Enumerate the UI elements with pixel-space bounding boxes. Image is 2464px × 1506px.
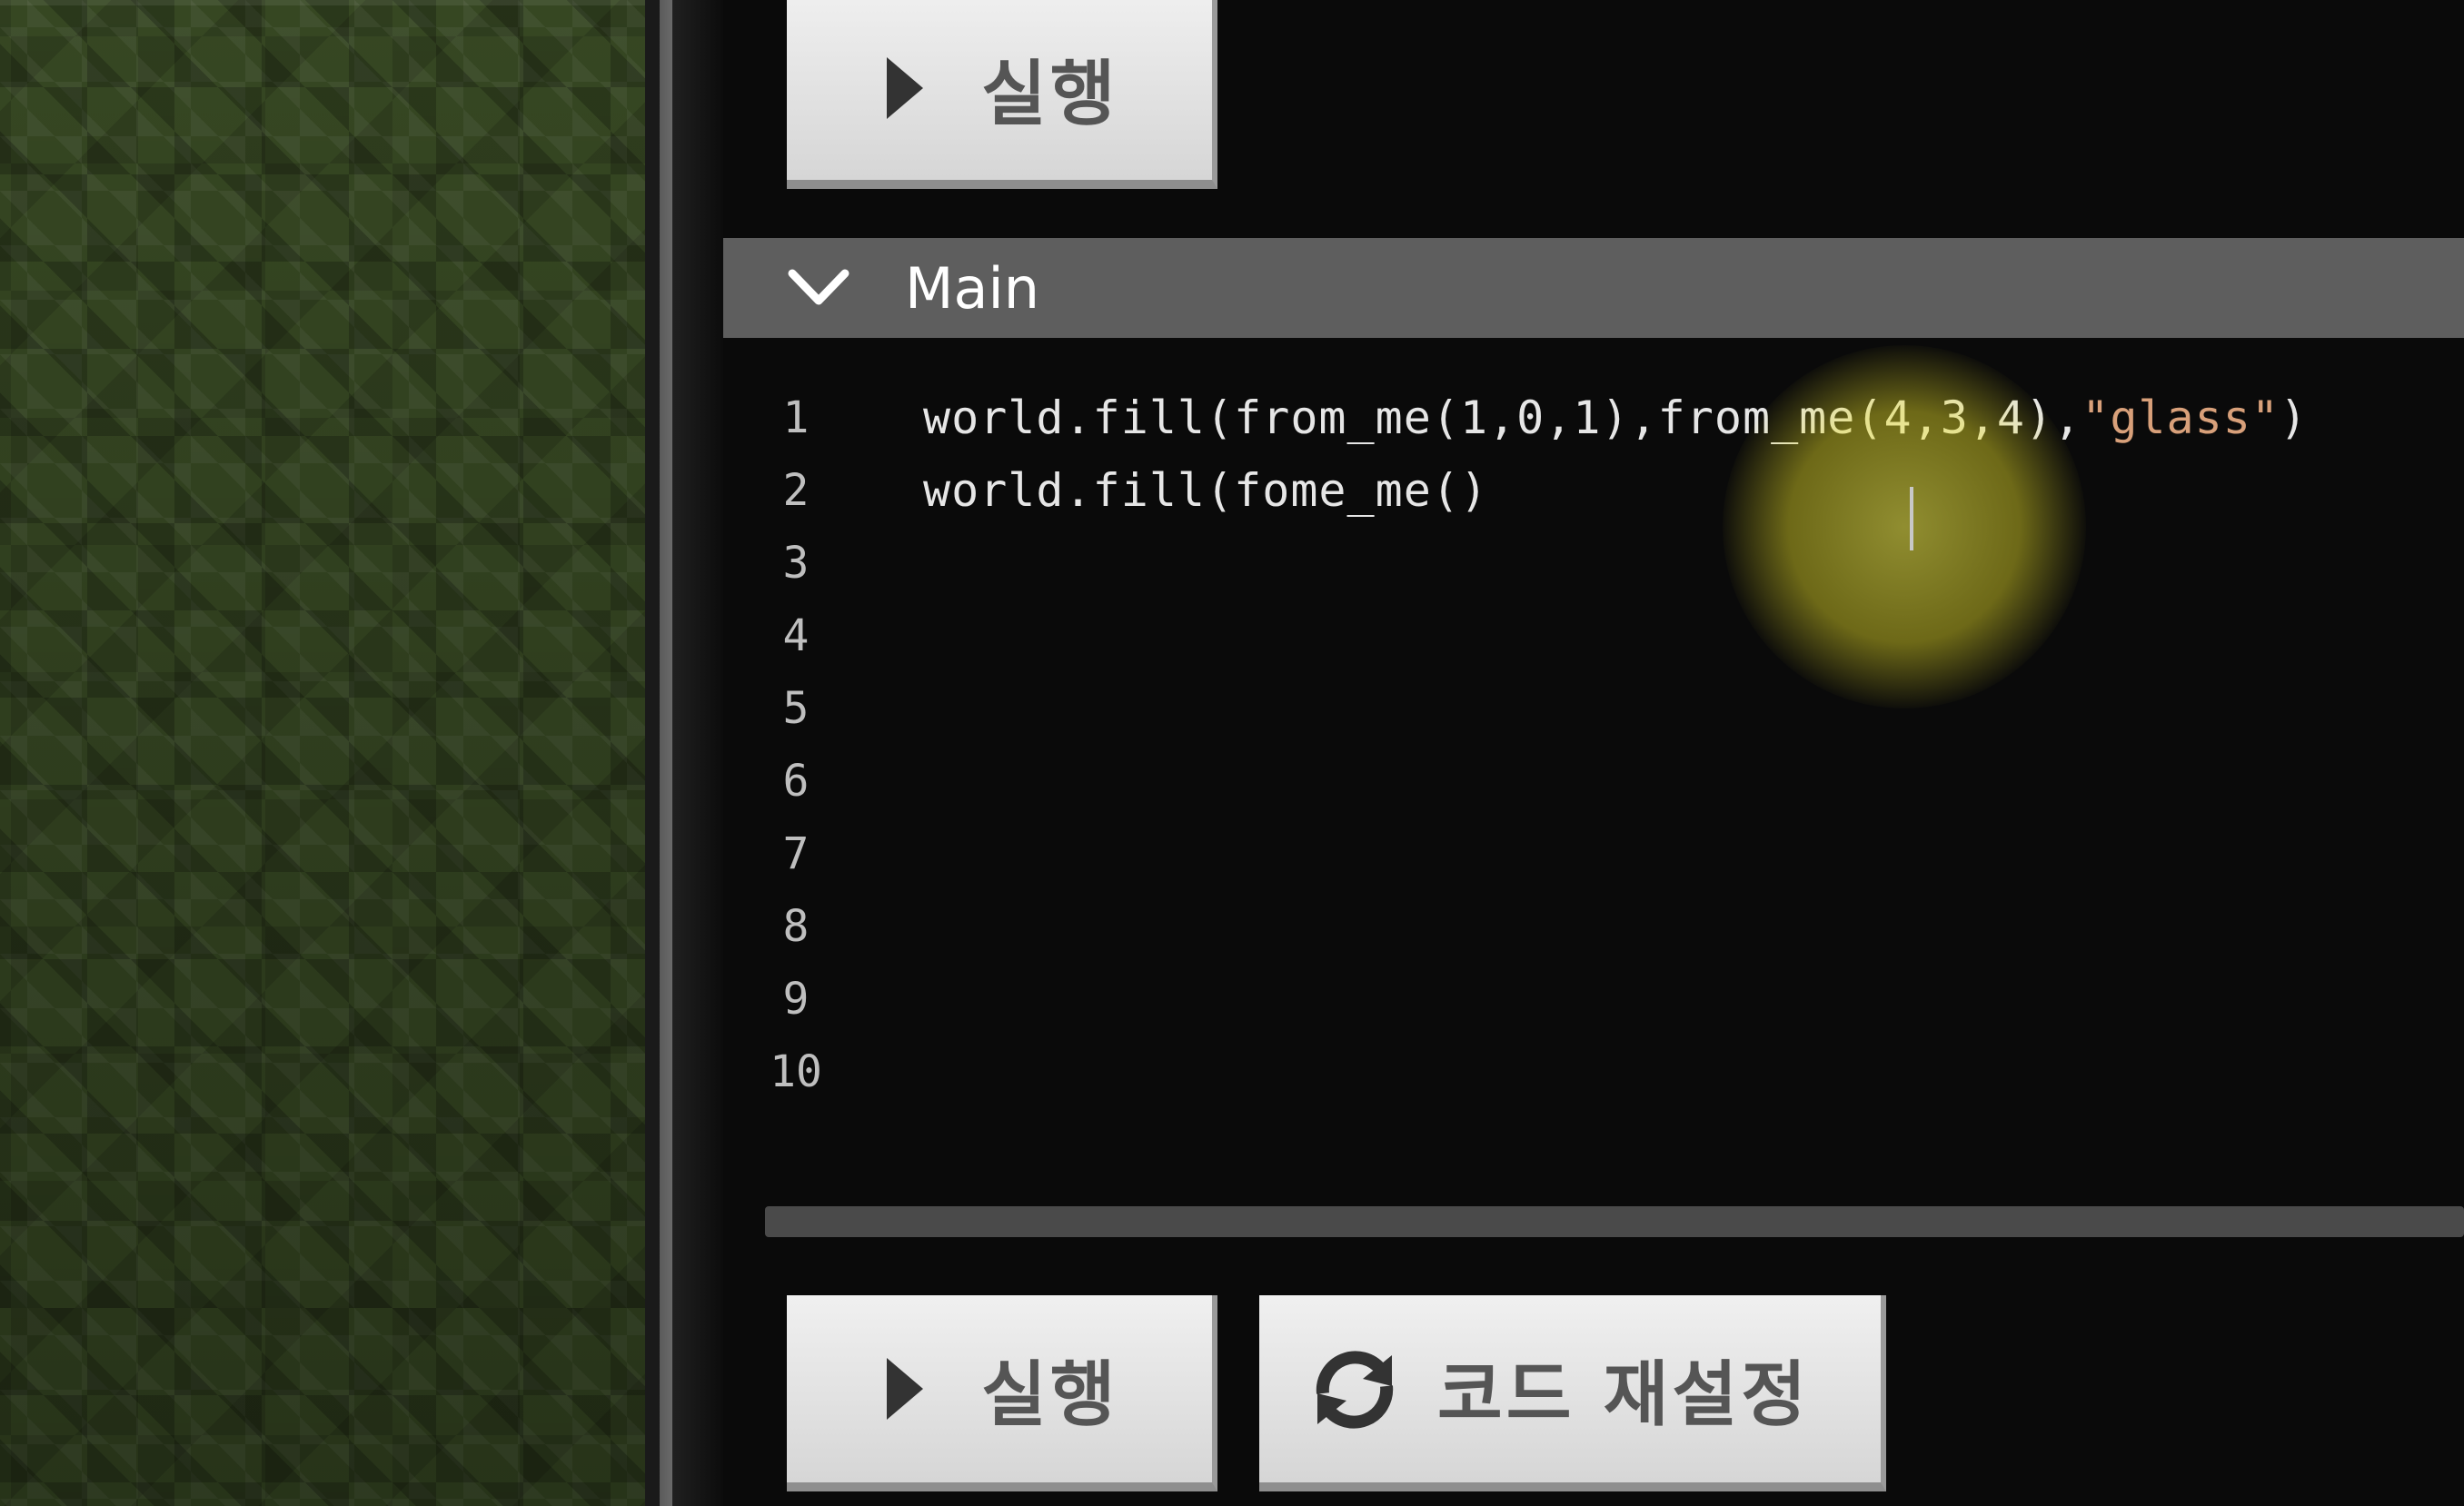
code-segment: world.fill(from_me(1,0,1),from_me(4,3,4)… (923, 391, 2082, 444)
code-line[interactable]: 9 (723, 963, 2464, 1035)
code-builder-panel: 실행 Main 1 world.fill(from_me(1,0,1),from… (723, 0, 2464, 1506)
play-icon (887, 1358, 923, 1420)
code-line[interactable]: 2 world.fill(fome_me() (723, 454, 2464, 527)
section-title: Main (905, 254, 1040, 322)
text-cursor-icon (1910, 487, 1915, 550)
chevron-down-icon[interactable] (787, 268, 850, 308)
code-line[interactable]: 5 (723, 672, 2464, 745)
section-header-main[interactable]: Main (723, 238, 2464, 338)
code-segment: ) (2279, 391, 2309, 444)
run-button-label: 실행 (981, 54, 1119, 135)
line-number: 3 (782, 538, 810, 589)
code-line[interactable]: 8 (723, 890, 2464, 963)
line-number: 5 (782, 683, 810, 734)
refresh-icon (1316, 1351, 1394, 1429)
play-icon (887, 57, 923, 119)
run-button-bottom[interactable]: 실행 (787, 1295, 1217, 1491)
code-text[interactable]: world.fill(fome_me() (923, 454, 1488, 527)
reset-code-button[interactable]: 코드 재설정 (1259, 1295, 1886, 1491)
code-editor[interactable]: 1 world.fill(from_me(1,0,1),from_me(4,3,… (723, 381, 2464, 1199)
code-line[interactable]: 7 (723, 817, 2464, 890)
code-line[interactable]: 4 (723, 599, 2464, 672)
line-number: 1 (782, 392, 810, 443)
game-world-shade (0, 0, 645, 1506)
line-number: 8 (782, 901, 810, 952)
line-number: 2 (782, 465, 810, 516)
code-line[interactable]: 6 (723, 745, 2464, 817)
reset-code-label: 코드 재설정 (1437, 1354, 1810, 1436)
code-line[interactable]: 10 (723, 1035, 2464, 1108)
panel-divider[interactable] (645, 0, 723, 1506)
string-literal: "glass" (2081, 391, 2280, 444)
line-number: 10 (770, 1046, 822, 1097)
run-button-label: 실행 (981, 1354, 1119, 1436)
run-button-top[interactable]: 실행 (787, 0, 1217, 189)
line-number: 9 (782, 974, 810, 1025)
horizontal-scrollbar[interactable] (765, 1206, 2464, 1237)
code-text[interactable]: world.fill(from_me(1,0,1),from_me(4,3,4)… (923, 381, 2308, 454)
line-number: 6 (782, 756, 810, 807)
line-number: 7 (782, 828, 810, 879)
code-line[interactable]: 3 (723, 527, 2464, 599)
line-number: 4 (782, 610, 810, 661)
code-line[interactable]: 1 world.fill(from_me(1,0,1),from_me(4,3,… (723, 381, 2464, 454)
